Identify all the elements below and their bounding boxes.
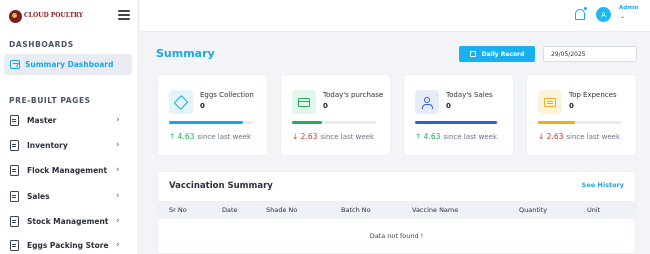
sidebar-item-label: Flock Management xyxy=(27,165,108,175)
hamburger-menu-icon[interactable] xyxy=(118,10,130,20)
daily-record-button[interactable]: Daily Record xyxy=(459,46,535,62)
record-icon xyxy=(469,51,476,57)
document-icon xyxy=(10,114,19,126)
stat-card-todays-purchase: Today's purchase 0 ↓ 2.63 since last week xyxy=(280,74,391,156)
card-icon-box xyxy=(292,90,316,114)
logo-mark-icon xyxy=(9,9,22,23)
column-header[interactable]: Quantity xyxy=(519,206,547,214)
column-header[interactable]: Sr No xyxy=(169,206,187,214)
column-header[interactable]: Date xyxy=(222,206,238,214)
brand-name: CLOUD POULTRY xyxy=(24,12,83,19)
date-input[interactable] xyxy=(543,46,637,62)
avatar-initial: A xyxy=(601,10,606,19)
chevron-down-icon[interactable]: ⌄ xyxy=(620,13,625,20)
egg-box-icon xyxy=(173,94,189,110)
progress-track xyxy=(292,121,376,124)
since-label: since last week xyxy=(566,133,621,141)
card-title: Top Expences xyxy=(569,91,617,99)
sidebar-item-label: Master xyxy=(27,115,57,125)
sidebar-item-label: Inventory xyxy=(27,140,68,150)
column-header[interactable]: Shade No xyxy=(266,206,297,214)
sidebar-item-sales[interactable]: Sales › xyxy=(0,187,139,205)
document-icon xyxy=(10,239,19,251)
stat-card-eggs-collection: Eggs Collection 0 ↑ 4.63 since last week xyxy=(157,74,268,156)
section-title-prebuilt: PRE-BUILT PAGES xyxy=(9,96,91,105)
document-icon xyxy=(10,139,19,151)
avatar[interactable]: A xyxy=(596,7,611,22)
users-icon xyxy=(422,97,433,109)
chevron-right-icon: › xyxy=(116,191,120,201)
top-bar: A Admin ⌄ xyxy=(140,0,650,32)
card-value: 0 xyxy=(446,102,451,110)
chevron-right-icon: › xyxy=(116,140,120,150)
card-icon-box xyxy=(415,90,439,114)
sidebar-item-eggs-packing-store[interactable]: Eggs Packing Store › xyxy=(0,236,139,254)
sidebar-item-stock-management[interactable]: Stock Management › xyxy=(0,212,139,230)
progress-fill xyxy=(169,121,243,124)
sidebar-item-label: Summary Dashboard xyxy=(25,60,114,69)
table-header: Sr No Date Shade No Batch No Vaccine Nam… xyxy=(158,201,635,219)
card-icon-box xyxy=(538,90,562,114)
sidebar: CLOUD POULTRY DASHBOARDS Summary Dashboa… xyxy=(0,0,139,254)
daily-record-label: Daily Record xyxy=(481,50,525,58)
card-change: ↓ 2.63 since last week xyxy=(292,132,375,141)
sidebar-item-master[interactable]: Master › xyxy=(0,111,139,129)
change-value: 4.63 xyxy=(423,132,441,141)
change-value: 4.63 xyxy=(177,132,195,141)
column-header[interactable]: Vaccine Name xyxy=(412,206,458,214)
sidebar-item-label: Stock Management xyxy=(27,216,109,226)
card-change: ↑ 4.63 since last week xyxy=(169,132,252,141)
brand-logo[interactable]: CLOUD POULTRY xyxy=(9,9,83,23)
chevron-right-icon: › xyxy=(116,165,120,175)
section-title-dashboards: DASHBOARDS xyxy=(9,40,74,49)
progress-track xyxy=(169,121,253,124)
vaccination-summary-title: Vaccination Summary xyxy=(169,181,273,191)
progress-fill xyxy=(415,121,498,124)
document-icon xyxy=(10,190,19,202)
user-name[interactable]: Admin xyxy=(619,5,639,11)
sidebar-item-flock-management[interactable]: Flock Management › xyxy=(0,161,139,179)
card-icon-box xyxy=(169,90,193,114)
since-label: since last week xyxy=(443,133,498,141)
logo-row: CLOUD POULTRY xyxy=(0,0,138,32)
sidebar-item-summary-dashboard[interactable]: Summary Dashboard xyxy=(4,54,132,75)
card-title: Today's purchase xyxy=(323,91,384,99)
since-label: since last week xyxy=(197,133,252,141)
card-change: ↓ 2.63 since last week xyxy=(538,132,621,141)
column-header[interactable]: Batch No xyxy=(341,206,371,214)
progress-track xyxy=(415,121,499,124)
progress-fill xyxy=(538,121,575,124)
card-title: Eggs Collection xyxy=(200,91,254,99)
chevron-right-icon: › xyxy=(116,115,120,125)
empty-state-message: Data not found ! xyxy=(369,232,424,240)
card-value: 0 xyxy=(569,102,574,110)
card-change: ↑ 4.63 since last week xyxy=(415,132,498,141)
document-icon xyxy=(10,164,19,176)
stat-card-todays-sales: Today's Sales 0 ↑ 4.63 since last week xyxy=(403,74,514,156)
sidebar-item-label: Sales xyxy=(27,191,50,201)
sidebar-item-label: Eggs Packing Store xyxy=(27,240,109,250)
document-icon xyxy=(10,215,19,227)
vaccination-summary-panel: Vaccination Summary See History Sr No Da… xyxy=(157,171,636,254)
expense-icon xyxy=(544,97,556,107)
chevron-right-icon: › xyxy=(116,240,120,250)
card-value: 0 xyxy=(323,102,328,110)
sidebar-item-inventory[interactable]: Inventory › xyxy=(0,136,139,154)
progress-fill xyxy=(292,121,323,124)
credit-card-icon xyxy=(298,97,310,107)
chevron-right-icon: › xyxy=(116,216,120,226)
change-value: 2.63 xyxy=(546,132,564,141)
pulse-icon xyxy=(10,60,20,69)
since-label: since last week xyxy=(320,133,375,141)
page-title: Summary xyxy=(156,47,215,60)
card-value: 0 xyxy=(200,102,205,110)
change-value: 2.63 xyxy=(300,132,318,141)
see-history-link[interactable]: See History xyxy=(582,181,624,189)
progress-track xyxy=(538,121,622,124)
column-header[interactable]: Unit xyxy=(587,206,600,214)
card-title: Today's Sales xyxy=(446,91,493,99)
stat-card-top-expences: Top Expences 0 ↓ 2.63 since last week xyxy=(526,74,637,156)
notification-bell-icon[interactable] xyxy=(575,7,587,20)
